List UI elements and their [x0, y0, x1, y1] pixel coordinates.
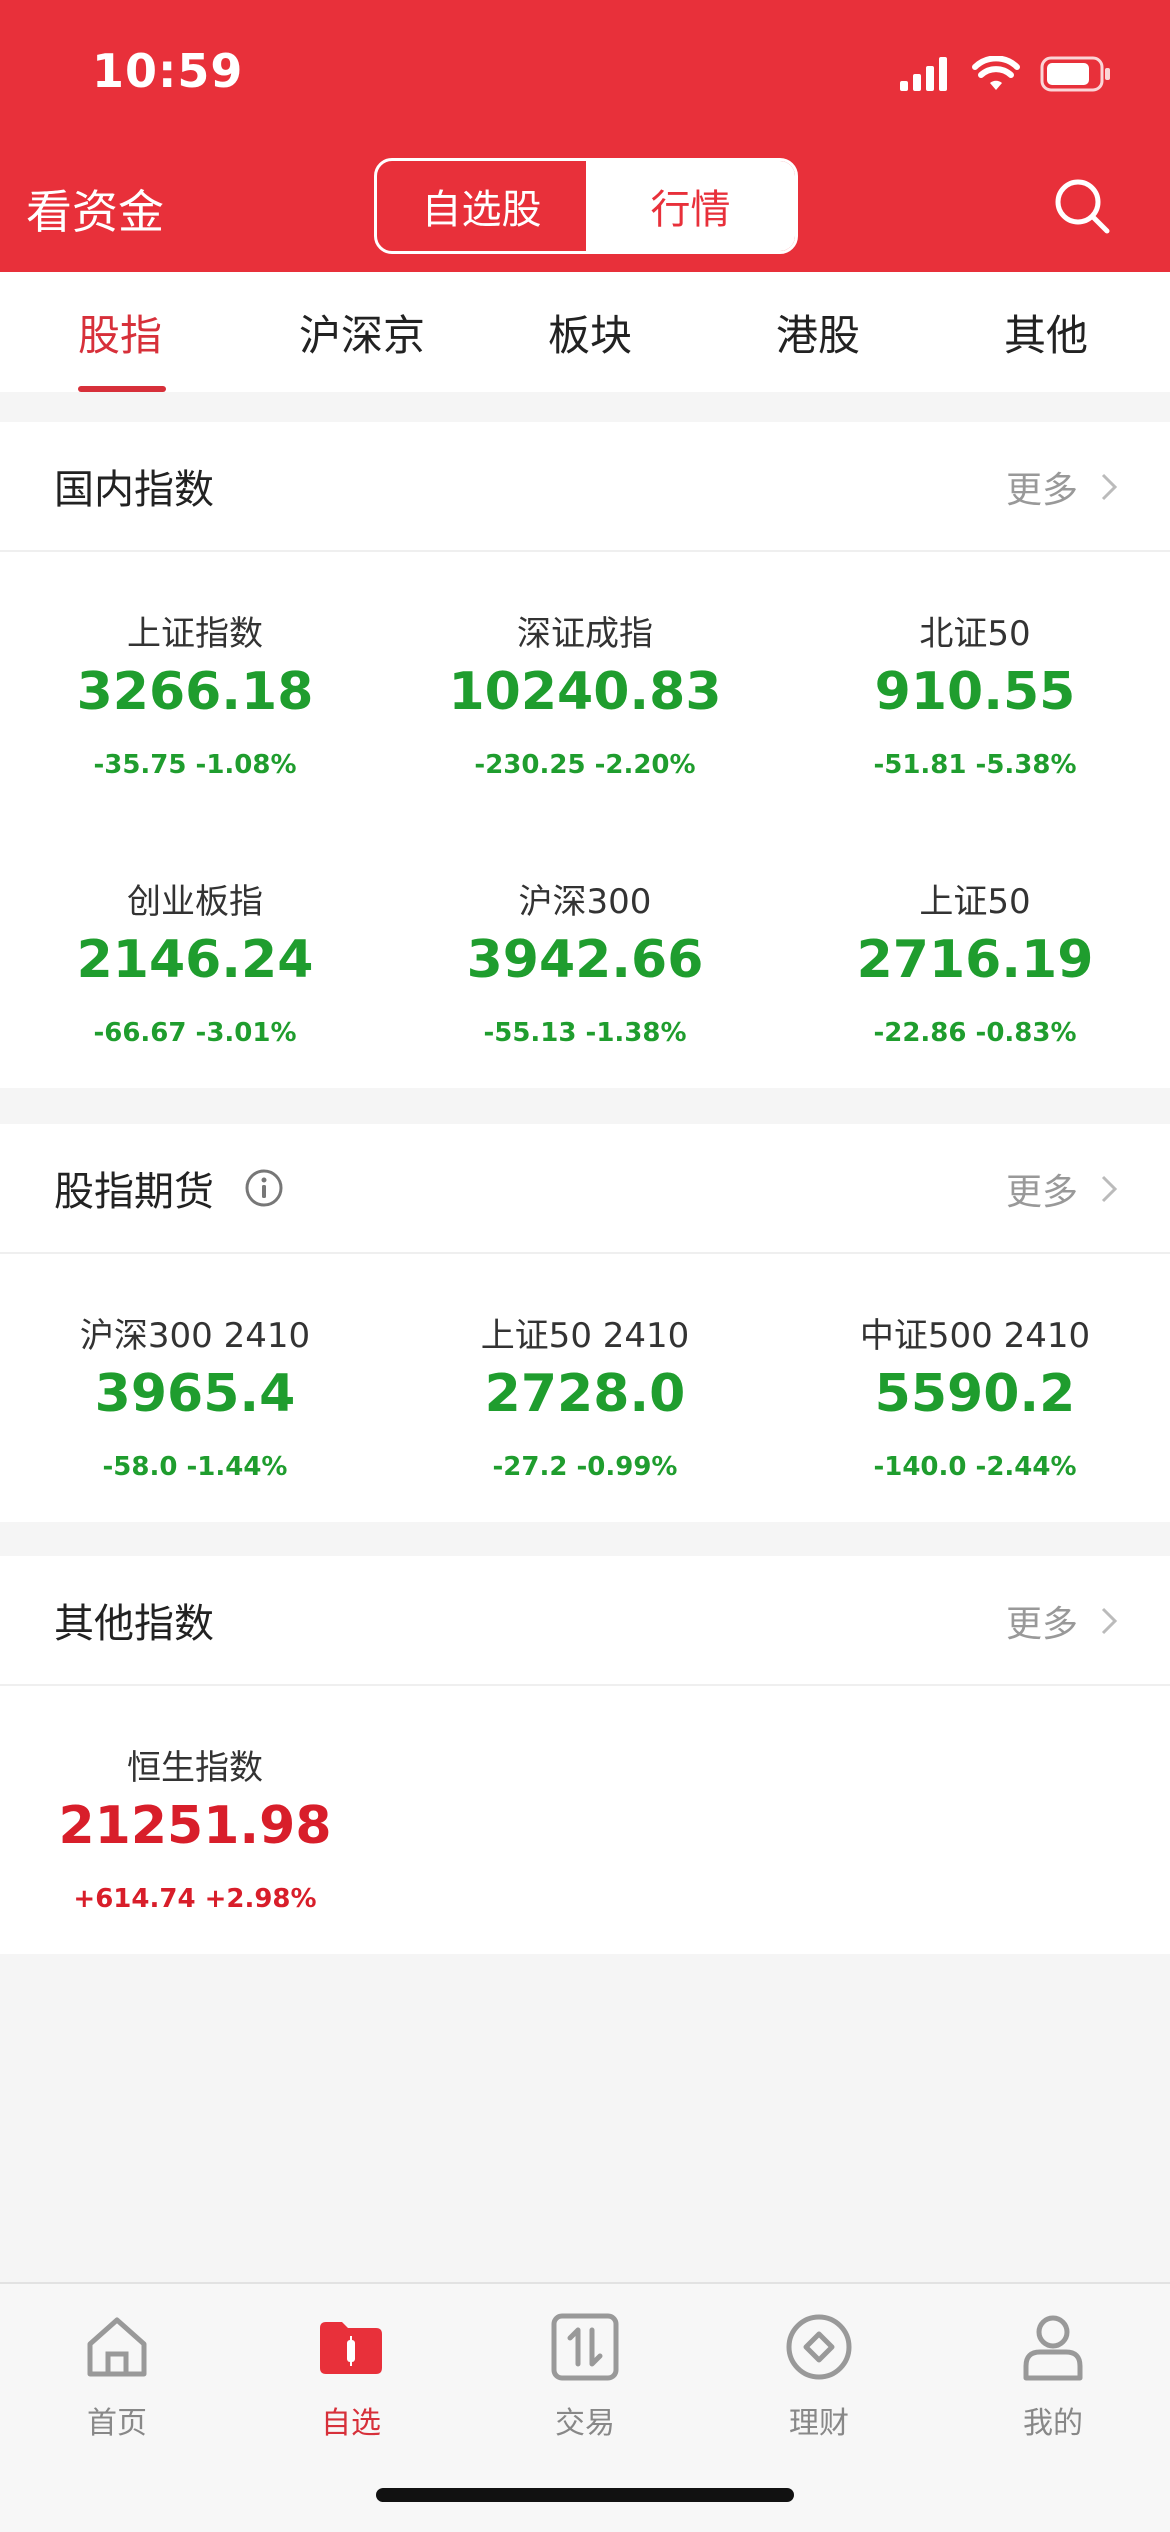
futures-change: -27.2 -0.99% — [492, 1452, 678, 1482]
other-index-section: 其他指数 更多 恒生指数 21251.98 +614.74 +2.98% — [0, 1556, 1170, 1954]
index-tile[interactable]: 恒生指数 21251.98 +614.74 +2.98% — [0, 1686, 390, 1954]
status-time: 10:59 — [92, 44, 244, 98]
tab-label: 股指 — [78, 310, 163, 360]
tab-sectors[interactable]: 板块 — [476, 272, 704, 392]
tabbar-label: 理财 — [789, 2406, 849, 2441]
tab-a-shares[interactable]: 沪深京 — [248, 272, 476, 392]
futures-tile[interactable]: 上证50 2410 2728.0 -27.2 -0.99% — [390, 1254, 780, 1522]
tab-index[interactable]: 股指 — [0, 272, 248, 392]
trade-icon — [551, 2313, 619, 2381]
index-tile[interactable]: 上证指数 3266.18 -35.75 -1.08% — [0, 552, 390, 820]
signal-icon — [900, 57, 947, 91]
info-icon[interactable] — [244, 1168, 284, 1208]
segment-watchlist[interactable]: 自选股 — [377, 161, 586, 251]
futures-price: 5590.2 — [874, 1364, 1076, 1424]
index-change: -35.75 -1.08% — [93, 750, 297, 780]
battery-icon — [1040, 56, 1110, 92]
tabbar-label: 交易 — [555, 2406, 615, 2441]
folder-icon — [320, 2322, 382, 2374]
index-futures-section: 股指期货 更多 沪深300 2410 3965.4 -58.0 -1.44% 上… — [0, 1124, 1170, 1522]
index-name: 北证50 — [919, 614, 1031, 654]
category-tabs: 股指 沪深京 板块 港股 其他 — [0, 272, 1170, 392]
index-name: 创业板指 — [127, 882, 263, 922]
futures-name: 中证500 2410 — [859, 1316, 1091, 1356]
futures-name: 上证50 2410 — [480, 1316, 690, 1356]
more-link[interactable]: 更多 — [1006, 422, 1118, 552]
wealth-icon — [786, 2314, 852, 2380]
tabbar-trade[interactable]: 交易 — [468, 2310, 702, 2442]
more-label: 更多 — [1005, 1604, 1078, 1645]
section-title: 国内指数 — [54, 467, 214, 513]
tabbar-finance[interactable]: 理财 — [702, 2310, 936, 2442]
index-price: 910.55 — [874, 662, 1076, 722]
capital-flow-link[interactable]: 看资金 — [26, 176, 164, 242]
home-icon — [87, 2317, 147, 2377]
tabbar-watchlist[interactable]: 自选 — [234, 2310, 468, 2442]
tabbar-profile[interactable]: 我的 — [936, 2310, 1170, 2442]
index-change: -22.86 -0.83% — [873, 1018, 1077, 1048]
index-name: 沪深300 — [518, 882, 652, 922]
tabbar-label: 自选 — [321, 2406, 381, 2441]
chevron-right-icon — [1101, 473, 1118, 501]
wifi-icon — [972, 56, 1020, 90]
index-name: 恒生指数 — [127, 1748, 263, 1788]
tabbar-label: 我的 — [1023, 2406, 1083, 2441]
index-tile[interactable]: 北证50 910.55 -51.81 -5.38% — [780, 552, 1170, 820]
index-change: -51.81 -5.38% — [873, 750, 1077, 780]
index-name: 深证成指 — [517, 614, 653, 654]
section-title: 股指期货 — [54, 1169, 214, 1215]
section-header: 国内指数 更多 — [0, 422, 1170, 552]
index-price: 3942.66 — [466, 930, 704, 990]
more-label: 更多 — [1005, 470, 1078, 511]
index-change: +614.74 +2.98% — [73, 1884, 317, 1914]
index-change: -66.67 -3.01% — [93, 1018, 297, 1048]
futures-tile[interactable]: 中证500 2410 5590.2 -140.0 -2.44% — [780, 1254, 1170, 1522]
index-price: 2146.24 — [76, 930, 314, 990]
futures-name: 沪深300 2410 — [79, 1316, 311, 1356]
index-tile[interactable]: 深证成指 10240.83 -230.25 -2.20% — [390, 552, 780, 820]
futures-change: -58.0 -1.44% — [102, 1452, 288, 1482]
tabbar-label: 首页 — [87, 2406, 147, 2441]
futures-change: -140.0 -2.44% — [873, 1452, 1077, 1482]
index-price: 10240.83 — [448, 662, 722, 722]
app-header: 10:59 看资金 自选股 行情 — [0, 0, 1170, 272]
more-label: 更多 — [1005, 1172, 1078, 1213]
section-header: 其他指数 更多 — [0, 1556, 1170, 1686]
search-icon[interactable] — [1052, 176, 1112, 236]
home-indicator[interactable] — [376, 2488, 794, 2502]
segment-market[interactable]: 行情 — [586, 161, 795, 251]
index-change: -230.25 -2.20% — [474, 750, 696, 780]
section-header: 股指期货 更多 — [0, 1124, 1170, 1254]
more-link[interactable]: 更多 — [1006, 1124, 1118, 1254]
index-tile[interactable]: 创业板指 2146.24 -66.67 -3.01% — [0, 820, 390, 1088]
futures-price: 2728.0 — [484, 1364, 686, 1424]
tab-hk-stocks[interactable]: 港股 — [704, 272, 932, 392]
index-tile[interactable]: 沪深300 3942.66 -55.13 -1.38% — [390, 820, 780, 1088]
tabbar-home[interactable]: 首页 — [0, 2310, 234, 2442]
chevron-right-icon — [1101, 1175, 1118, 1203]
index-price: 2716.19 — [856, 930, 1094, 990]
futures-price: 3965.4 — [94, 1364, 296, 1424]
domestic-index-section: 国内指数 更多 上证指数 3266.18 -35.75 -1.08% 深证成指 … — [0, 422, 1170, 1088]
index-price: 21251.98 — [58, 1796, 332, 1856]
status-icons — [900, 52, 1112, 96]
more-link[interactable]: 更多 — [1006, 1556, 1118, 1686]
index-change: -55.13 -1.38% — [483, 1018, 687, 1048]
tab-active-indicator — [78, 386, 166, 392]
tab-other[interactable]: 其他 — [932, 272, 1160, 392]
index-price: 3266.18 — [76, 662, 314, 722]
futures-tile[interactable]: 沪深300 2410 3965.4 -58.0 -1.44% — [0, 1254, 390, 1522]
segment-control: 自选股 行情 — [374, 158, 798, 254]
index-name: 上证50 — [919, 882, 1031, 922]
chevron-right-icon — [1101, 1607, 1118, 1635]
index-tile[interactable]: 上证50 2716.19 -22.86 -0.83% — [780, 820, 1170, 1088]
user-icon — [1023, 2315, 1083, 2381]
index-name: 上证指数 — [127, 614, 263, 654]
section-title: 其他指数 — [54, 1601, 214, 1647]
